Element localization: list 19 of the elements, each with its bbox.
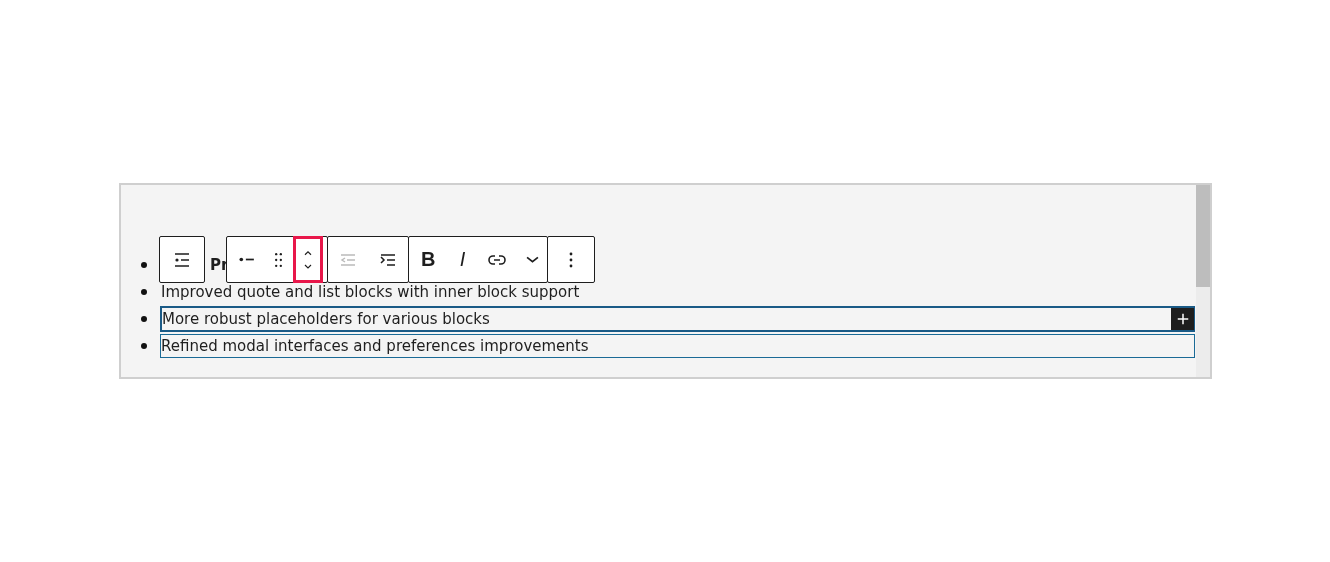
list-button[interactable] [159,236,205,283]
scrollbar[interactable] [1196,185,1210,377]
list-item-text[interactable]: Pr [210,253,229,277]
list-item-text[interactable]: Refined modal interfaces and preferences improvements [160,334,1195,358]
drag-handle-icon [274,252,282,267]
bold-button[interactable]: B [409,237,448,282]
bullet [141,316,147,322]
list-item-text[interactable]: Improved quote and list blocks with inner block support [160,280,1195,304]
scrollbar-thumb[interactable] [1196,185,1210,287]
italic-button[interactable]: I [447,237,478,282]
more-options-button[interactable] [547,236,596,283]
more-options-icon [569,251,574,268]
bullet [141,343,147,349]
bullet [141,289,147,295]
bullet-item-icon [239,257,255,262]
chevron-down-icon [525,256,539,263]
list-item-text[interactable]: More robust placeholders for various blocks [160,306,1195,332]
bullet [141,262,147,268]
add-block-button[interactable] [1171,308,1194,330]
